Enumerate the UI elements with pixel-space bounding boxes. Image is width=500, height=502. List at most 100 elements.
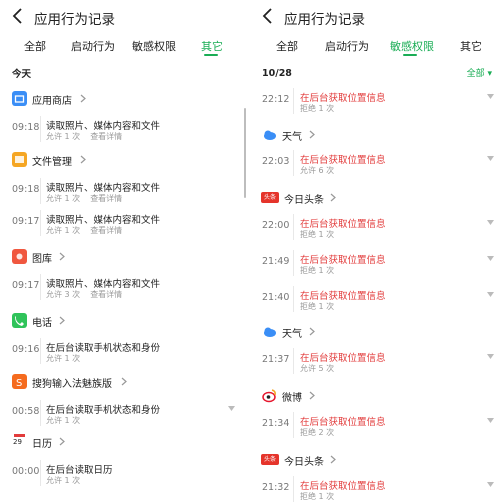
timeline-line — [293, 250, 294, 276]
app-name: 天气 — [282, 329, 302, 340]
record-status: 拒绝 1 次 — [300, 266, 335, 275]
expand-arrow-icon[interactable] — [487, 156, 494, 161]
record-title[interactable]: 读取照片、媒体内容和文件 — [46, 212, 160, 226]
app-header-app-store[interactable]: 应用商店 — [0, 89, 250, 109]
app-header-toutiao[interactable]: 头条 今日头条 — [250, 188, 500, 208]
record-time: 21:40 — [262, 292, 290, 303]
expand-arrow-icon[interactable] — [487, 482, 494, 487]
view-details-link[interactable]: 查看详情 — [90, 194, 122, 203]
app-name: 图库 — [32, 254, 52, 265]
expand-arrow-icon[interactable] — [487, 256, 494, 261]
app-header-calendar[interactable]: 29 日历 — [0, 432, 250, 452]
tab-bar: 全部 启动行为 敏感权限 其它 — [0, 38, 250, 60]
app-header-weibo[interactable]: 微博 — [250, 386, 500, 406]
record-time: 21:49 — [262, 256, 290, 267]
app-header-phone[interactable]: 电话 — [0, 311, 250, 331]
back-arrow-icon[interactable] — [260, 7, 276, 25]
expand-arrow-icon[interactable] — [487, 292, 494, 297]
record-status-line: 允许 1 次查看详情 — [46, 225, 132, 236]
expand-arrow-icon[interactable] — [487, 354, 494, 359]
tab-bar: 全部 启动行为 敏感权限 其它 — [250, 38, 500, 60]
app-header-sogou-input[interactable]: S 搜狗输入法魅族版 — [0, 372, 250, 392]
back-arrow-icon[interactable] — [10, 7, 26, 25]
tab-launch[interactable]: 启动行为 — [71, 38, 115, 54]
record-title[interactable]: 在后台获取位置信息 — [300, 252, 386, 266]
record-status: 允许 3 次 — [46, 290, 81, 299]
chevron-right-icon — [309, 130, 315, 139]
record-status-line: 拒绝 1 次 — [300, 229, 344, 240]
timeline-line — [293, 88, 294, 114]
calendar-icon: 29 — [12, 434, 27, 449]
record-time: 21:34 — [262, 418, 290, 429]
record-time: 09:18 — [12, 122, 40, 133]
expand-arrow-icon[interactable] — [228, 406, 235, 411]
record-time: 09:18 — [12, 184, 40, 195]
file-manager-icon — [12, 152, 27, 167]
record-title[interactable]: 读取照片、媒体内容和文件 — [46, 276, 160, 290]
screen: 应用行为记录 全部 启动行为 敏感权限 其它 今天 应用商店 09:18 读取照片、… — [0, 0, 500, 502]
expand-arrow-icon[interactable] — [487, 94, 494, 99]
record-title[interactable]: 读取照片、媒体内容和文件 — [46, 180, 160, 194]
record-status: 拒绝 1 次 — [300, 302, 335, 311]
timeline-line — [293, 412, 294, 438]
app-header-weather[interactable]: 天气 — [250, 125, 500, 145]
app-name: 微博 — [282, 393, 302, 404]
scrollbar[interactable] — [244, 108, 246, 198]
svg-text:S: S — [16, 378, 22, 389]
tab-sensitive[interactable]: 敏感权限 — [132, 38, 176, 54]
record-title[interactable]: 在后台读取日历 — [46, 462, 113, 476]
record-status: 允许 1 次 — [46, 226, 81, 235]
app-header-gallery[interactable]: 图库 — [0, 247, 250, 267]
tab-launch[interactable]: 启动行为 — [325, 38, 369, 54]
record-status-line: 允许 1 次 — [46, 475, 90, 486]
record-status: 允许 6 次 — [300, 166, 335, 175]
timeline-line — [40, 178, 41, 204]
active-tab-indicator — [204, 54, 218, 56]
app-header-weather[interactable]: 天气 — [250, 322, 500, 342]
view-details-link[interactable]: 查看详情 — [90, 132, 122, 141]
record-title[interactable]: 读取照片、媒体内容和文件 — [46, 118, 160, 132]
expand-arrow-icon[interactable] — [487, 418, 494, 423]
view-details-link[interactable]: 查看详情 — [90, 290, 122, 299]
page-title: 应用行为记录 — [284, 12, 365, 28]
tab-other[interactable]: 其它 — [201, 38, 223, 54]
tab-other[interactable]: 其它 — [460, 38, 482, 54]
record-time: 22:12 — [262, 94, 290, 105]
tab-sensitive[interactable]: 敏感权限 — [390, 38, 434, 54]
phone-icon — [12, 313, 27, 328]
toutiao-icon: 头条 — [261, 454, 279, 465]
record-title[interactable]: 在后台获取位置信息 — [300, 478, 386, 492]
record-status-line: 拒绝 1 次 — [300, 103, 344, 114]
record-status: 拒绝 1 次 — [300, 230, 335, 239]
record-title[interactable]: 在后台获取位置信息 — [300, 414, 386, 428]
chevron-right-icon — [309, 391, 315, 400]
expand-arrow-icon[interactable] — [487, 220, 494, 225]
filter-dropdown[interactable]: 全部 ▾ — [467, 66, 492, 79]
record-time: 09:17 — [12, 216, 40, 227]
view-details-link[interactable]: 查看详情 — [90, 226, 122, 235]
timeline-line — [40, 400, 41, 426]
tab-all[interactable]: 全部 — [24, 38, 46, 54]
timeline-line — [293, 286, 294, 312]
chevron-right-icon — [59, 252, 65, 261]
record-status-line: 拒绝 1 次 — [300, 301, 344, 312]
record-title[interactable]: 在后台获取位置信息 — [300, 288, 386, 302]
record-status: 允许 1 次 — [46, 476, 81, 485]
record-title[interactable]: 在后台读取手机状态和身份 — [46, 402, 160, 416]
app-header-toutiao[interactable]: 头条 今日头条 — [250, 450, 500, 470]
chevron-right-icon — [121, 377, 128, 386]
app-header-file-manager[interactable]: 文件管理 — [0, 150, 250, 170]
record-title[interactable]: 在后台获取位置信息 — [300, 216, 386, 230]
chevron-right-icon — [309, 327, 315, 336]
record-title[interactable]: 在后台获取位置信息 — [300, 350, 386, 364]
tab-all[interactable]: 全部 — [276, 38, 298, 54]
right-header: 应用行为记录 — [250, 0, 500, 34]
section-today: 今天 — [12, 69, 32, 80]
chevron-right-icon — [80, 94, 86, 103]
record-title[interactable]: 在后台读取手机状态和身份 — [46, 340, 160, 354]
record-status-line: 允许 3 次查看详情 — [46, 289, 132, 300]
record-title[interactable]: 在后台获取位置信息 — [300, 90, 386, 104]
record-status: 允许 5 次 — [300, 364, 335, 373]
app-name: 日历 — [32, 439, 52, 450]
record-title[interactable]: 在后台获取位置信息 — [300, 152, 386, 166]
